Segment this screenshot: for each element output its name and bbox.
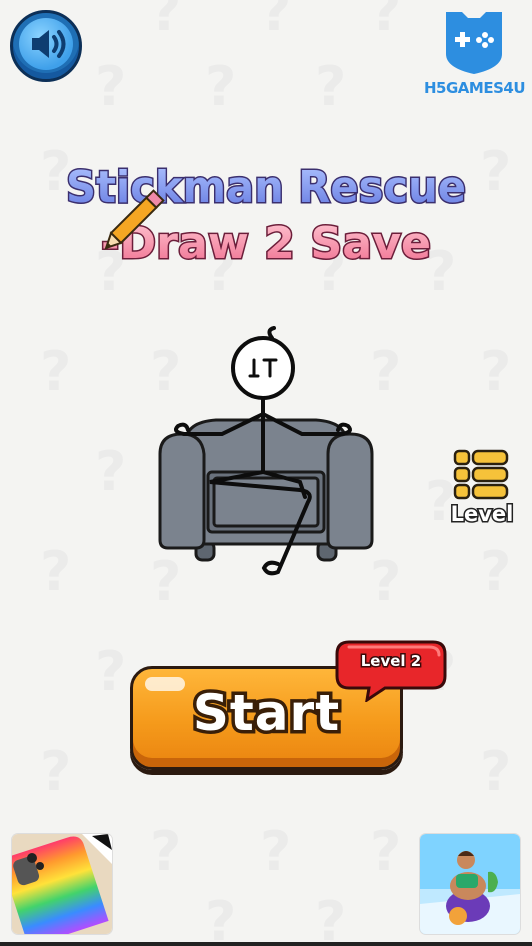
title-line-2: -Draw 2 Save bbox=[101, 218, 431, 269]
brand-name: H5GAMES4U bbox=[424, 79, 526, 97]
svg-text:?: ? bbox=[150, 0, 181, 43]
bottom-edge bbox=[0, 942, 532, 946]
svg-text:?: ? bbox=[40, 340, 71, 403]
svg-text:?: ? bbox=[205, 890, 236, 946]
svg-text:?: ? bbox=[205, 55, 236, 118]
svg-text:?: ? bbox=[95, 640, 126, 703]
svg-text:?: ? bbox=[150, 820, 181, 883]
svg-text:?: ? bbox=[480, 540, 511, 603]
level-menu-label: Level bbox=[449, 501, 515, 528]
title-line-1: Stickman Rescue bbox=[66, 162, 466, 213]
phone-case-thumbnail bbox=[12, 834, 112, 934]
brand-logo[interactable]: H5GAMES4U bbox=[424, 8, 526, 100]
level-menu-button[interactable]: Level bbox=[443, 448, 521, 530]
promo-game-fitness-runner[interactable] bbox=[420, 834, 520, 934]
svg-text:?: ? bbox=[370, 0, 401, 43]
svg-text:?: ? bbox=[480, 140, 511, 203]
gamepad-shield-icon bbox=[446, 12, 502, 74]
sound-button[interactable] bbox=[10, 10, 82, 82]
promo-game-phone-case[interactable] bbox=[12, 834, 112, 934]
svg-text:?: ? bbox=[315, 890, 346, 946]
stickman-on-armchair bbox=[158, 326, 374, 576]
current-level-badge: Level 2 bbox=[335, 640, 447, 702]
svg-text:?: ? bbox=[260, 820, 291, 883]
svg-text:?: ? bbox=[40, 740, 71, 803]
game-title: Stickman Rescue -Draw 2 Save bbox=[65, 161, 468, 271]
svg-text:?: ? bbox=[260, 0, 291, 43]
speaker-icon bbox=[32, 30, 66, 58]
svg-text:?: ? bbox=[480, 740, 511, 803]
speech-bubble-shape bbox=[335, 640, 447, 702]
svg-text:?: ? bbox=[370, 820, 401, 883]
list-icon bbox=[453, 449, 509, 500]
svg-text:?: ? bbox=[315, 55, 346, 118]
svg-text:?: ? bbox=[95, 55, 126, 118]
fitness-runner-thumbnail bbox=[420, 834, 520, 934]
svg-text:?: ? bbox=[95, 440, 126, 503]
svg-text:?: ? bbox=[480, 340, 511, 403]
svg-text:?: ? bbox=[40, 540, 71, 603]
current-level-label: Level 2 bbox=[359, 651, 422, 672]
